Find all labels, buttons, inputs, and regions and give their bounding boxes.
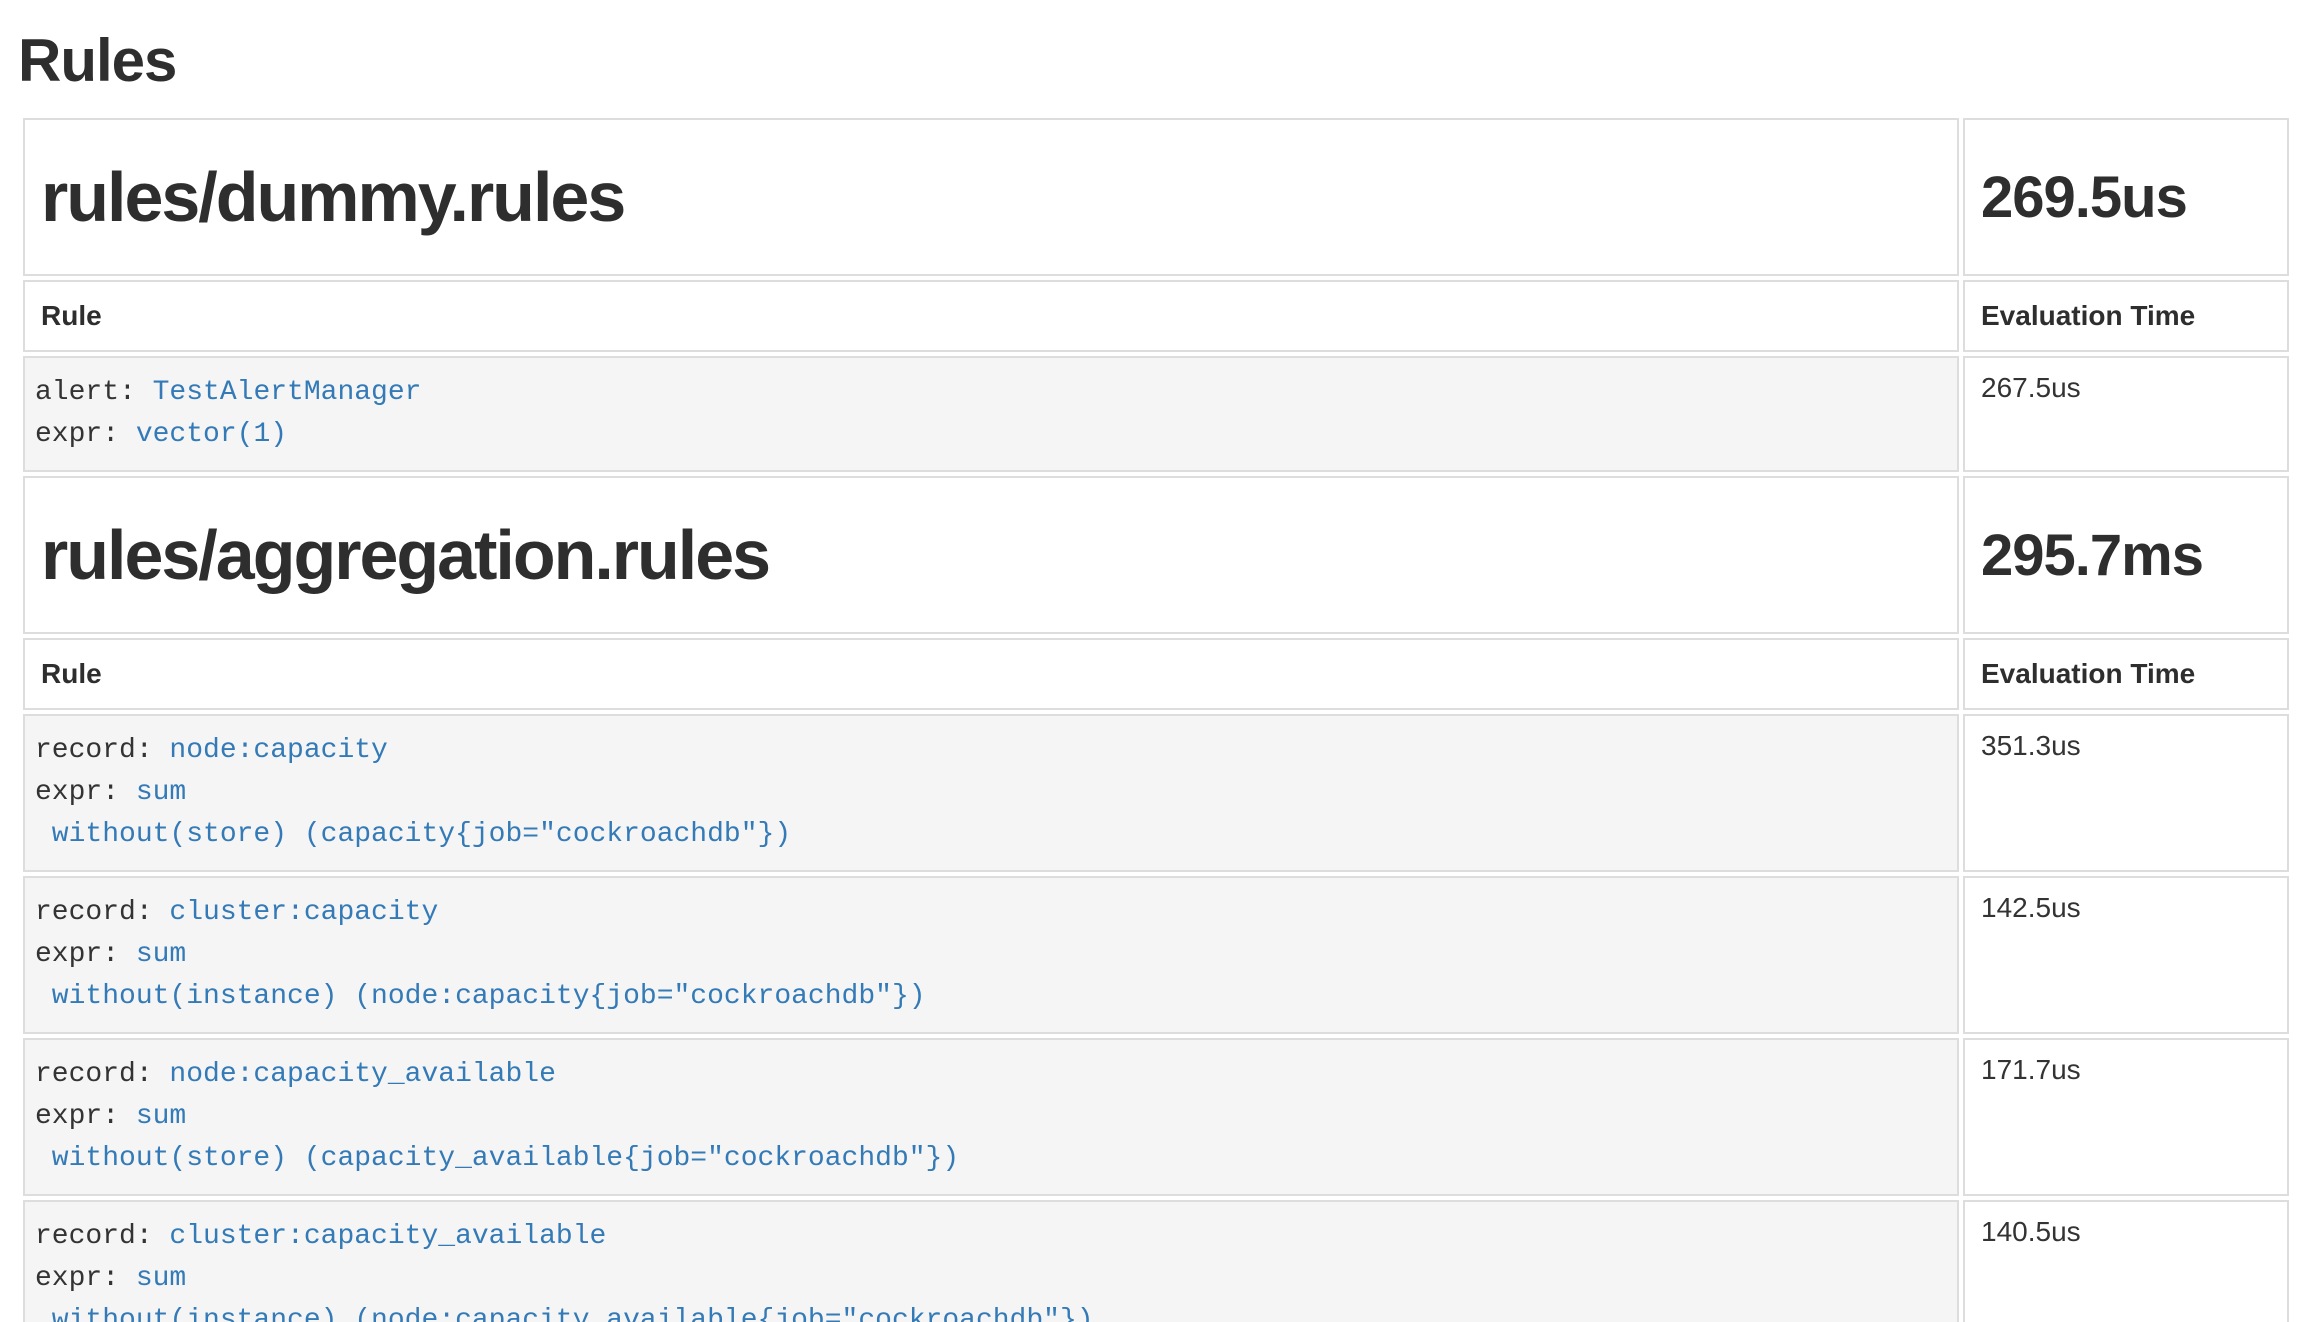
evaluation-time-cell: 142.5us <box>1963 876 2289 1034</box>
rule-link[interactable]: sum <box>136 1101 186 1132</box>
rule-link[interactable]: cluster:capacity_available <box>169 1221 606 1252</box>
code-key: record: <box>35 735 169 766</box>
column-header-evaluation-time: Evaluation Time <box>1963 638 2289 710</box>
group-file-cell: rules/dummy.rules <box>23 118 1959 276</box>
rule-code-line: expr: sum <box>35 772 1947 814</box>
rule-code-line: record: cluster:capacity <box>35 892 1947 934</box>
code-key: record: <box>35 1221 169 1252</box>
evaluation-time-cell: 171.7us <box>1963 1038 2289 1196</box>
rule-code-line: record: cluster:capacity_available <box>35 1216 1947 1258</box>
column-header-row: Rule Evaluation Time <box>23 638 2289 710</box>
rules-table: rules/dummy.rules 269.5us Rule Evaluatio… <box>19 114 2293 1322</box>
rule-row: record: cluster:capacity_available expr:… <box>23 1200 2289 1322</box>
rule-code-line: without(store) (capacity{job="cockroachd… <box>35 814 1947 856</box>
rule-group-header-row: rules/aggregation.rules 295.7ms <box>23 476 2289 634</box>
rule-row: alert: TestAlertManager expr: vector(1) … <box>23 356 2289 472</box>
column-header-row: Rule Evaluation Time <box>23 280 2289 352</box>
rule-cell: alert: TestAlertManager expr: vector(1) <box>23 356 1959 472</box>
evaluation-time-cell: 267.5us <box>1963 356 2289 472</box>
rule-link[interactable]: sum <box>136 1263 186 1294</box>
rule-code-line: without(instance) (node:capacity_availab… <box>35 1300 1947 1322</box>
rule-cell: record: cluster:capacity_available expr:… <box>23 1200 1959 1322</box>
rule-link[interactable]: node:capacity_available <box>169 1059 555 1090</box>
group-evaluation-time: 269.5us <box>1981 164 2271 231</box>
code-key: record: <box>35 1059 169 1090</box>
rule-code-line: expr: sum <box>35 934 1947 976</box>
rule-code-line: expr: sum <box>35 1096 1947 1138</box>
group-evaluation-time: 295.7ms <box>1981 522 2271 589</box>
group-file-name: rules/dummy.rules <box>41 157 1941 237</box>
column-header-rule: Rule <box>23 280 1959 352</box>
code-key: expr: <box>35 419 136 450</box>
rule-code-line: expr: vector(1) <box>35 414 1947 456</box>
rule-link[interactable]: sum <box>136 777 186 808</box>
rule-code-line: without(instance) (node:capacity{job="co… <box>35 976 1947 1018</box>
code-key: expr: <box>35 1101 136 1132</box>
group-time-cell: 269.5us <box>1963 118 2289 276</box>
group-file-name: rules/aggregation.rules <box>41 515 1941 595</box>
rule-cell: record: cluster:capacity expr: sum witho… <box>23 876 1959 1034</box>
rule-row: record: node:capacity_available expr: su… <box>23 1038 2289 1196</box>
rule-code-line: record: node:capacity <box>35 730 1947 772</box>
code-key: expr: <box>35 939 136 970</box>
rule-code-line: record: node:capacity_available <box>35 1054 1947 1096</box>
evaluation-time-cell: 140.5us <box>1963 1200 2289 1322</box>
column-header-evaluation-time: Evaluation Time <box>1963 280 2289 352</box>
code-key: expr: <box>35 1263 136 1294</box>
column-header-rule: Rule <box>23 638 1959 710</box>
code-key: record: <box>35 897 169 928</box>
group-file-cell: rules/aggregation.rules <box>23 476 1959 634</box>
code-key: alert: <box>35 377 153 408</box>
rule-cell: record: node:capacity expr: sum without(… <box>23 714 1959 872</box>
rule-link[interactable]: without(store) (capacity{job="cockroachd… <box>35 819 791 850</box>
rules-page: Rules rules/dummy.rules 269.5us Rule Eva… <box>0 0 2316 1322</box>
code-key: expr: <box>35 777 136 808</box>
rule-link[interactable]: TestAlertManager <box>153 377 422 408</box>
rule-row: record: node:capacity expr: sum without(… <box>23 714 2289 872</box>
rule-link[interactable]: without(instance) (node:capacity_availab… <box>35 1305 1094 1322</box>
rule-row: record: cluster:capacity expr: sum witho… <box>23 876 2289 1034</box>
rule-code-line: without(store) (capacity_available{job="… <box>35 1138 1947 1180</box>
rule-link[interactable]: without(store) (capacity_available{job="… <box>35 1143 959 1174</box>
rule-link[interactable]: node:capacity <box>169 735 387 766</box>
rule-link[interactable]: without(instance) (node:capacity{job="co… <box>35 981 926 1012</box>
group-time-cell: 295.7ms <box>1963 476 2289 634</box>
rule-code-line: alert: TestAlertManager <box>35 372 1947 414</box>
page-title: Rules <box>18 28 2316 94</box>
rule-link[interactable]: sum <box>136 939 186 970</box>
rule-link[interactable]: cluster:capacity <box>169 897 438 928</box>
evaluation-time-cell: 351.3us <box>1963 714 2289 872</box>
rule-cell: record: node:capacity_available expr: su… <box>23 1038 1959 1196</box>
rule-code-line: expr: sum <box>35 1258 1947 1300</box>
rule-group-header-row: rules/dummy.rules 269.5us <box>23 118 2289 276</box>
rule-link[interactable]: vector(1) <box>136 419 287 450</box>
